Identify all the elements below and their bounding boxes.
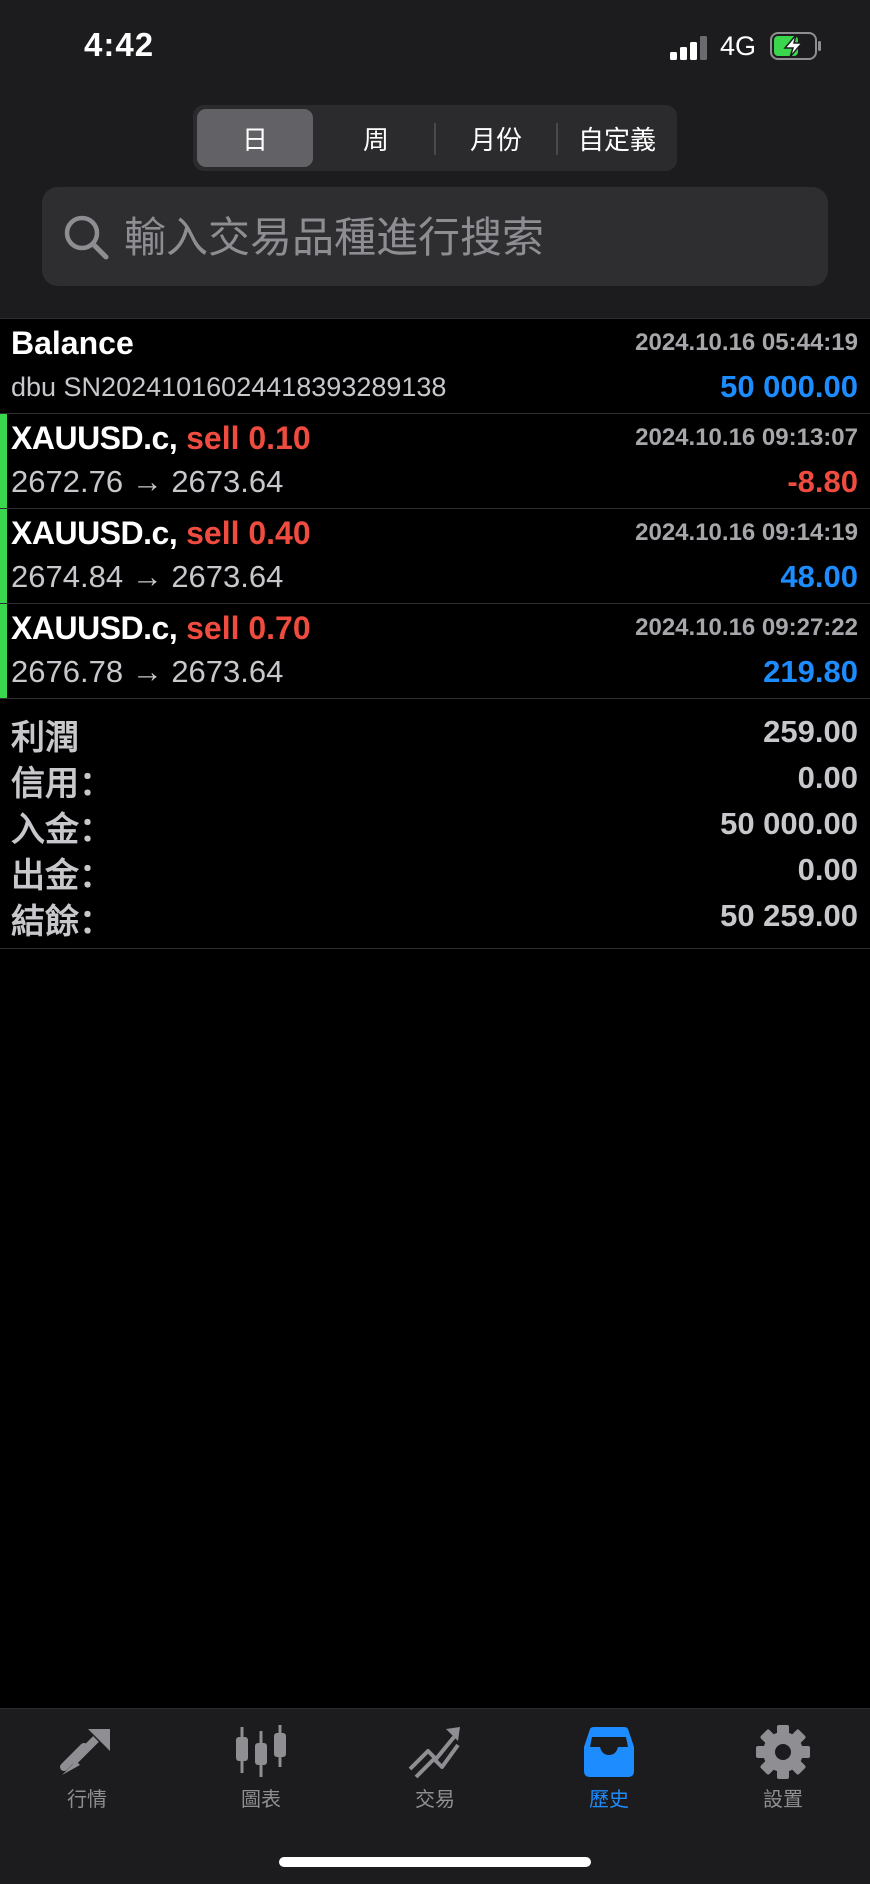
deal-time: 2024.10.16 05:44:19 — [635, 329, 858, 356]
deal-time: 2024.10.16 09:27:22 — [635, 614, 858, 641]
history-icon — [584, 1727, 634, 1777]
summary-label: 入金： — [11, 810, 113, 850]
tab-label: 設置 — [763, 1787, 803, 1811]
deal-volume: 0.70 — [248, 610, 311, 646]
summary-row-profit: 利潤 259.00 — [0, 710, 870, 758]
deal-prices: 2672.76 → 2673.64 — [11, 464, 283, 500]
deal-accent-bar — [0, 414, 7, 508]
tab-label: 歷史 — [589, 1787, 629, 1811]
close-price: 2673.64 — [171, 559, 284, 594]
period-segmented-control: 日 周 月份 自定義 — [193, 105, 677, 171]
search-input[interactable] — [122, 187, 816, 288]
settings-icon — [756, 1725, 810, 1779]
list-item-deal[interactable]: XAUUSD.c, sell 0.40 2024.10.16 09:14:19 … — [0, 509, 870, 604]
segment-divider — [434, 123, 436, 155]
deal-volume: 0.10 — [248, 420, 311, 456]
summary-label: 信用： — [11, 764, 113, 804]
summary-value: 50 259.00 — [720, 898, 858, 933]
tab-day[interactable]: 日 — [197, 109, 313, 167]
tab-label: 行情 — [67, 1787, 107, 1811]
deal-profit: -8.80 — [787, 464, 858, 499]
summary-value: 0.00 — [797, 852, 858, 887]
deal-title: XAUUSD.c, sell 0.10 — [11, 420, 311, 457]
deal-accent-bar — [0, 509, 7, 603]
price-arrow: → — [131, 559, 163, 594]
deal-symbol: XAUUSD.c, — [11, 420, 178, 456]
deal-profit: 48.00 — [780, 559, 858, 594]
close-price: 2673.64 — [171, 464, 284, 499]
deal-side: sell — [186, 420, 240, 456]
status-bar: 4:42 4G — [0, 0, 870, 96]
tab-trade[interactable]: 交易 — [348, 1709, 522, 1829]
chart-icon — [236, 1725, 286, 1777]
signal-strength-icon — [670, 36, 710, 60]
deal-title: XAUUSD.c, sell 0.70 — [11, 610, 311, 647]
close-price: 2673.64 — [171, 654, 284, 689]
deal-title: Balance — [11, 325, 134, 361]
account-summary: 利潤 259.00 信用： 0.00 入金： 50 000.00 出金： 0.0… — [0, 706, 870, 949]
open-price: 2676.78 — [11, 654, 124, 689]
list-item-deal[interactable]: XAUUSD.c, sell 0.10 2024.10.16 09:13:07 … — [0, 414, 870, 509]
price-arrow: → — [131, 464, 163, 499]
deal-symbol: XAUUSD.c, — [11, 515, 178, 551]
summary-label: 結餘： — [11, 902, 113, 942]
status-time: 4:42 — [84, 26, 155, 63]
tab-label: 圖表 — [241, 1787, 281, 1811]
history-list: Balance 2024.10.16 05:44:19 dbu SN202410… — [0, 318, 870, 699]
home-indicator — [279, 1857, 591, 1867]
search-bar[interactable] — [42, 187, 828, 288]
deal-side: sell — [186, 610, 240, 646]
tab-custom[interactable]: 自定義 — [559, 109, 675, 167]
summary-row-withdrawal: 出金： 0.00 — [0, 848, 870, 896]
list-item-balance[interactable]: Balance 2024.10.16 05:44:19 dbu SN202410… — [0, 318, 870, 414]
tab-history[interactable]: 歷史 — [522, 1709, 696, 1829]
deal-accent-bar — [0, 604, 7, 698]
network-type: 4G — [720, 31, 757, 61]
trade-icon — [408, 1727, 460, 1779]
deal-prices: 2674.84 → 2673.64 — [11, 559, 283, 595]
open-price: 2674.84 — [11, 559, 124, 594]
open-price: 2672.76 — [11, 464, 124, 499]
deal-title: XAUUSD.c, sell 0.40 — [11, 515, 311, 552]
search-icon — [64, 215, 109, 260]
summary-label: 利潤 — [11, 718, 79, 758]
deal-comment: dbu SN20241016024418393289138 — [11, 372, 447, 402]
summary-row-credit: 信用： 0.00 — [0, 756, 870, 804]
deal-profit: 219.80 — [763, 654, 858, 689]
deal-time: 2024.10.16 09:13:07 — [635, 424, 858, 451]
tab-chart[interactable]: 圖表 — [174, 1709, 348, 1829]
tab-quotes[interactable]: 行情 — [0, 1709, 174, 1829]
tab-week[interactable]: 周 — [318, 109, 434, 167]
segment-divider — [556, 123, 558, 155]
deal-side: sell — [186, 515, 240, 551]
battery-charging-icon — [770, 32, 821, 60]
list-item-deal[interactable]: XAUUSD.c, sell 0.70 2024.10.16 09:27:22 … — [0, 604, 870, 699]
deal-prices: 2676.78 → 2673.64 — [11, 654, 283, 690]
summary-value: 50 000.00 — [720, 806, 858, 841]
price-arrow: → — [131, 654, 163, 689]
tab-month[interactable]: 月份 — [438, 109, 554, 167]
summary-row-deposit: 入金： 50 000.00 — [0, 802, 870, 850]
deal-volume: 0.40 — [248, 515, 311, 551]
summary-row-balance: 結餘： 50 259.00 — [0, 894, 870, 942]
deal-time: 2024.10.16 09:14:19 — [635, 519, 858, 546]
deal-amount: 50 000.00 — [720, 369, 858, 404]
summary-value: 0.00 — [797, 760, 858, 795]
quotes-icon — [60, 1729, 110, 1775]
tab-settings[interactable]: 設置 — [696, 1709, 870, 1829]
tab-label: 交易 — [415, 1787, 455, 1811]
deal-symbol: XAUUSD.c, — [11, 610, 178, 646]
summary-value: 259.00 — [763, 714, 858, 749]
summary-label: 出金： — [11, 856, 113, 896]
